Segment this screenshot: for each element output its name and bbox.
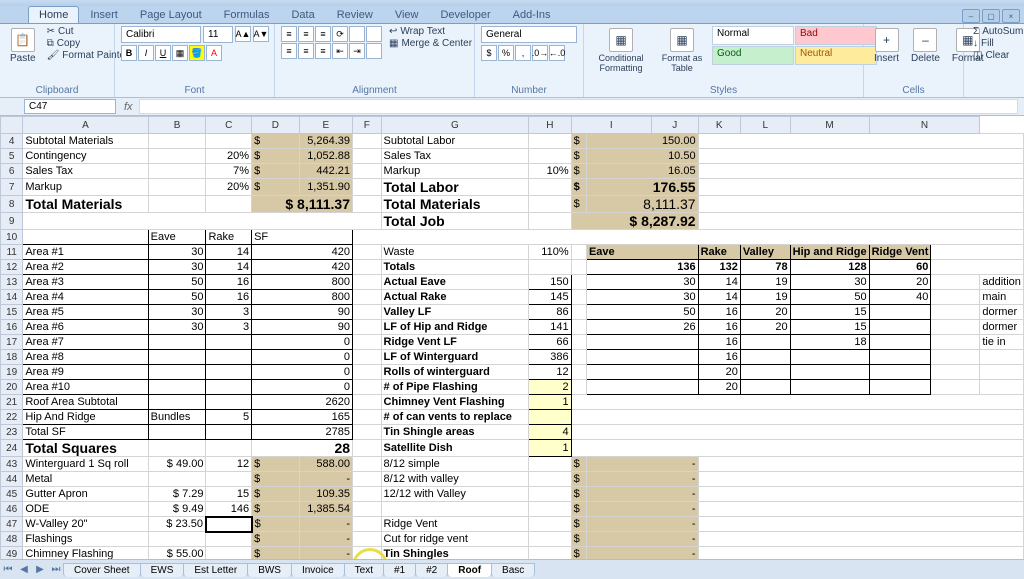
- tab-addins[interactable]: Add-Ins: [502, 6, 562, 23]
- sheet-tab-bws[interactable]: BWS: [247, 563, 292, 577]
- font-size-select[interactable]: 11: [203, 26, 233, 43]
- align-bot-button[interactable]: ≡: [315, 26, 331, 42]
- shrink-font-button[interactable]: A▼: [253, 26, 269, 42]
- tab-review[interactable]: Review: [326, 6, 384, 23]
- border-button[interactable]: ▦: [172, 45, 188, 61]
- sheet-tab-#2[interactable]: #2: [415, 563, 448, 577]
- restore-icon[interactable]: ▢: [982, 9, 1000, 23]
- align-left-button[interactable]: ≡: [281, 43, 297, 59]
- wrap-icon: ↩: [389, 26, 397, 37]
- close-icon[interactable]: ×: [1002, 9, 1020, 23]
- merge-center-button[interactable]: ▦Merge & Center: [386, 38, 475, 49]
- align-center-button[interactable]: ≡: [298, 43, 314, 59]
- group-cells: Cells: [870, 85, 957, 97]
- percent-button[interactable]: %: [498, 45, 514, 61]
- tab-view[interactable]: View: [384, 6, 430, 23]
- autosum-button[interactable]: ΣAutoSum: [970, 26, 1024, 37]
- currency-button[interactable]: $: [481, 45, 497, 61]
- align-top-button[interactable]: ≡: [281, 26, 297, 42]
- minimize-icon[interactable]: –: [962, 9, 980, 23]
- align-right-button[interactable]: ≡: [315, 43, 331, 59]
- group-number: Number: [481, 85, 577, 97]
- grow-font-button[interactable]: A▲: [235, 26, 251, 42]
- sheet-tab-basc[interactable]: Basc: [491, 563, 535, 577]
- group-editing: Editing: [970, 85, 1024, 97]
- select-all-corner[interactable]: [1, 117, 23, 134]
- tab-nav-first[interactable]: ⏮: [0, 564, 16, 575]
- align-mid-button[interactable]: ≡: [298, 26, 314, 42]
- delete-cells-button[interactable]: –Delete: [907, 26, 944, 66]
- tab-formulas[interactable]: Formulas: [213, 6, 281, 23]
- orientation-button[interactable]: ⟳: [332, 26, 348, 42]
- comma-button[interactable]: ,: [515, 45, 531, 61]
- tab-nav-next[interactable]: ▶: [32, 564, 48, 575]
- inc-indent-button[interactable]: ⇥: [349, 43, 365, 59]
- fill-button[interactable]: ↓Fill: [970, 38, 1024, 49]
- insert-icon: +: [875, 28, 899, 52]
- wrap-text-button[interactable]: ↩Wrap Text: [386, 26, 475, 37]
- tab-nav-last[interactable]: ⏭: [48, 564, 64, 575]
- inc-decimal-button[interactable]: .0→: [532, 45, 548, 61]
- worksheet[interactable]: ABCDEFGHIJKLMN 4Subtotal Materials$5,264…: [0, 116, 1024, 559]
- group-font: Font: [121, 85, 268, 97]
- group-styles: Styles: [590, 85, 857, 97]
- fill-color-button[interactable]: 🪣: [189, 45, 205, 61]
- ribbon-tabs: Home Insert Page Layout Formulas Data Re…: [0, 6, 1024, 24]
- sigma-icon: Σ: [973, 26, 979, 37]
- conditional-formatting-button[interactable]: ▦Conditional Formatting: [590, 26, 652, 75]
- cell-styles-gallery[interactable]: Normal Bad Good Neutral: [712, 26, 877, 65]
- style-normal[interactable]: Normal: [712, 26, 794, 45]
- sheet-tab-est-letter[interactable]: Est Letter: [183, 563, 248, 577]
- bold-button[interactable]: B: [121, 45, 137, 61]
- sheet-tab-text[interactable]: Text: [344, 563, 384, 577]
- delete-icon: –: [913, 28, 937, 52]
- sheet-tab-cover-sheet[interactable]: Cover Sheet: [63, 563, 141, 577]
- eraser-icon: ◫: [973, 50, 982, 61]
- brush-icon: 🖌: [47, 50, 60, 61]
- underline-button[interactable]: U: [155, 45, 171, 61]
- merge-icon: ▦: [389, 38, 398, 49]
- clear-button[interactable]: ◫Clear: [970, 50, 1024, 61]
- tab-nav-prev[interactable]: ◀: [16, 564, 32, 575]
- insert-cells-button[interactable]: +Insert: [870, 26, 903, 66]
- group-alignment: Alignment: [281, 85, 468, 97]
- ribbon: 📋Paste ✂Cut ⧉Copy 🖌Format Painter Clipbo…: [0, 24, 1024, 98]
- dec-decimal-button[interactable]: ←.0: [549, 45, 565, 61]
- dec-indent-button[interactable]: ⇤: [332, 43, 348, 59]
- font-name-select[interactable]: Calibri: [121, 26, 201, 43]
- format-as-table-button[interactable]: ▦Format as Table: [656, 26, 708, 75]
- tab-home[interactable]: Home: [28, 6, 79, 23]
- table-icon: ▦: [670, 28, 694, 52]
- tab-developer[interactable]: Developer: [429, 6, 501, 23]
- sheet-tab-roof[interactable]: Roof: [447, 563, 492, 577]
- paste-icon: 📋: [11, 28, 35, 52]
- scissors-icon: ✂: [47, 26, 55, 37]
- sheet-tab-ews[interactable]: EWS: [140, 563, 185, 577]
- tab-insert[interactable]: Insert: [79, 6, 129, 23]
- fx-icon[interactable]: fx: [118, 101, 139, 113]
- style-good[interactable]: Good: [712, 46, 794, 65]
- copy-icon: ⧉: [47, 38, 54, 49]
- cond-format-icon: ▦: [609, 28, 633, 52]
- fill-icon: ↓: [973, 38, 978, 49]
- sheet-tab-invoice[interactable]: Invoice: [291, 563, 345, 577]
- sheet-tab-#1[interactable]: #1: [383, 563, 416, 577]
- group-clipboard: Clipboard: [6, 85, 108, 97]
- italic-button[interactable]: I: [138, 45, 154, 61]
- number-format-select[interactable]: General: [481, 26, 577, 43]
- font-color-button[interactable]: A: [206, 45, 222, 61]
- sheet-tab-bar: ⏮ ◀ ▶ ⏭ Cover SheetEWSEst LetterBWSInvoi…: [0, 559, 1024, 579]
- name-box[interactable]: C47: [24, 99, 116, 114]
- paste-button[interactable]: 📋Paste: [6, 26, 40, 66]
- col-header[interactable]: A: [23, 117, 148, 134]
- tab-data[interactable]: Data: [280, 6, 325, 23]
- tab-page-layout[interactable]: Page Layout: [129, 6, 213, 23]
- formula-bar[interactable]: [139, 99, 1018, 114]
